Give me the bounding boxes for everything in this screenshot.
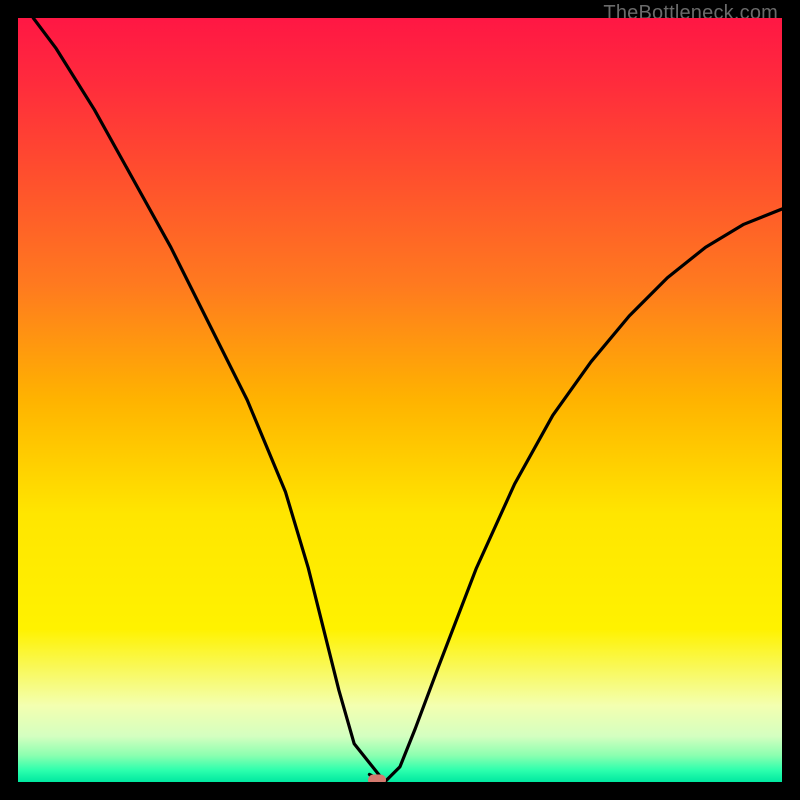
- minimum-marker: [368, 775, 386, 783]
- chart-stage: TheBottleneck.com: [0, 0, 800, 800]
- plot-area: [18, 18, 782, 782]
- bottleneck-curve: [18, 18, 782, 782]
